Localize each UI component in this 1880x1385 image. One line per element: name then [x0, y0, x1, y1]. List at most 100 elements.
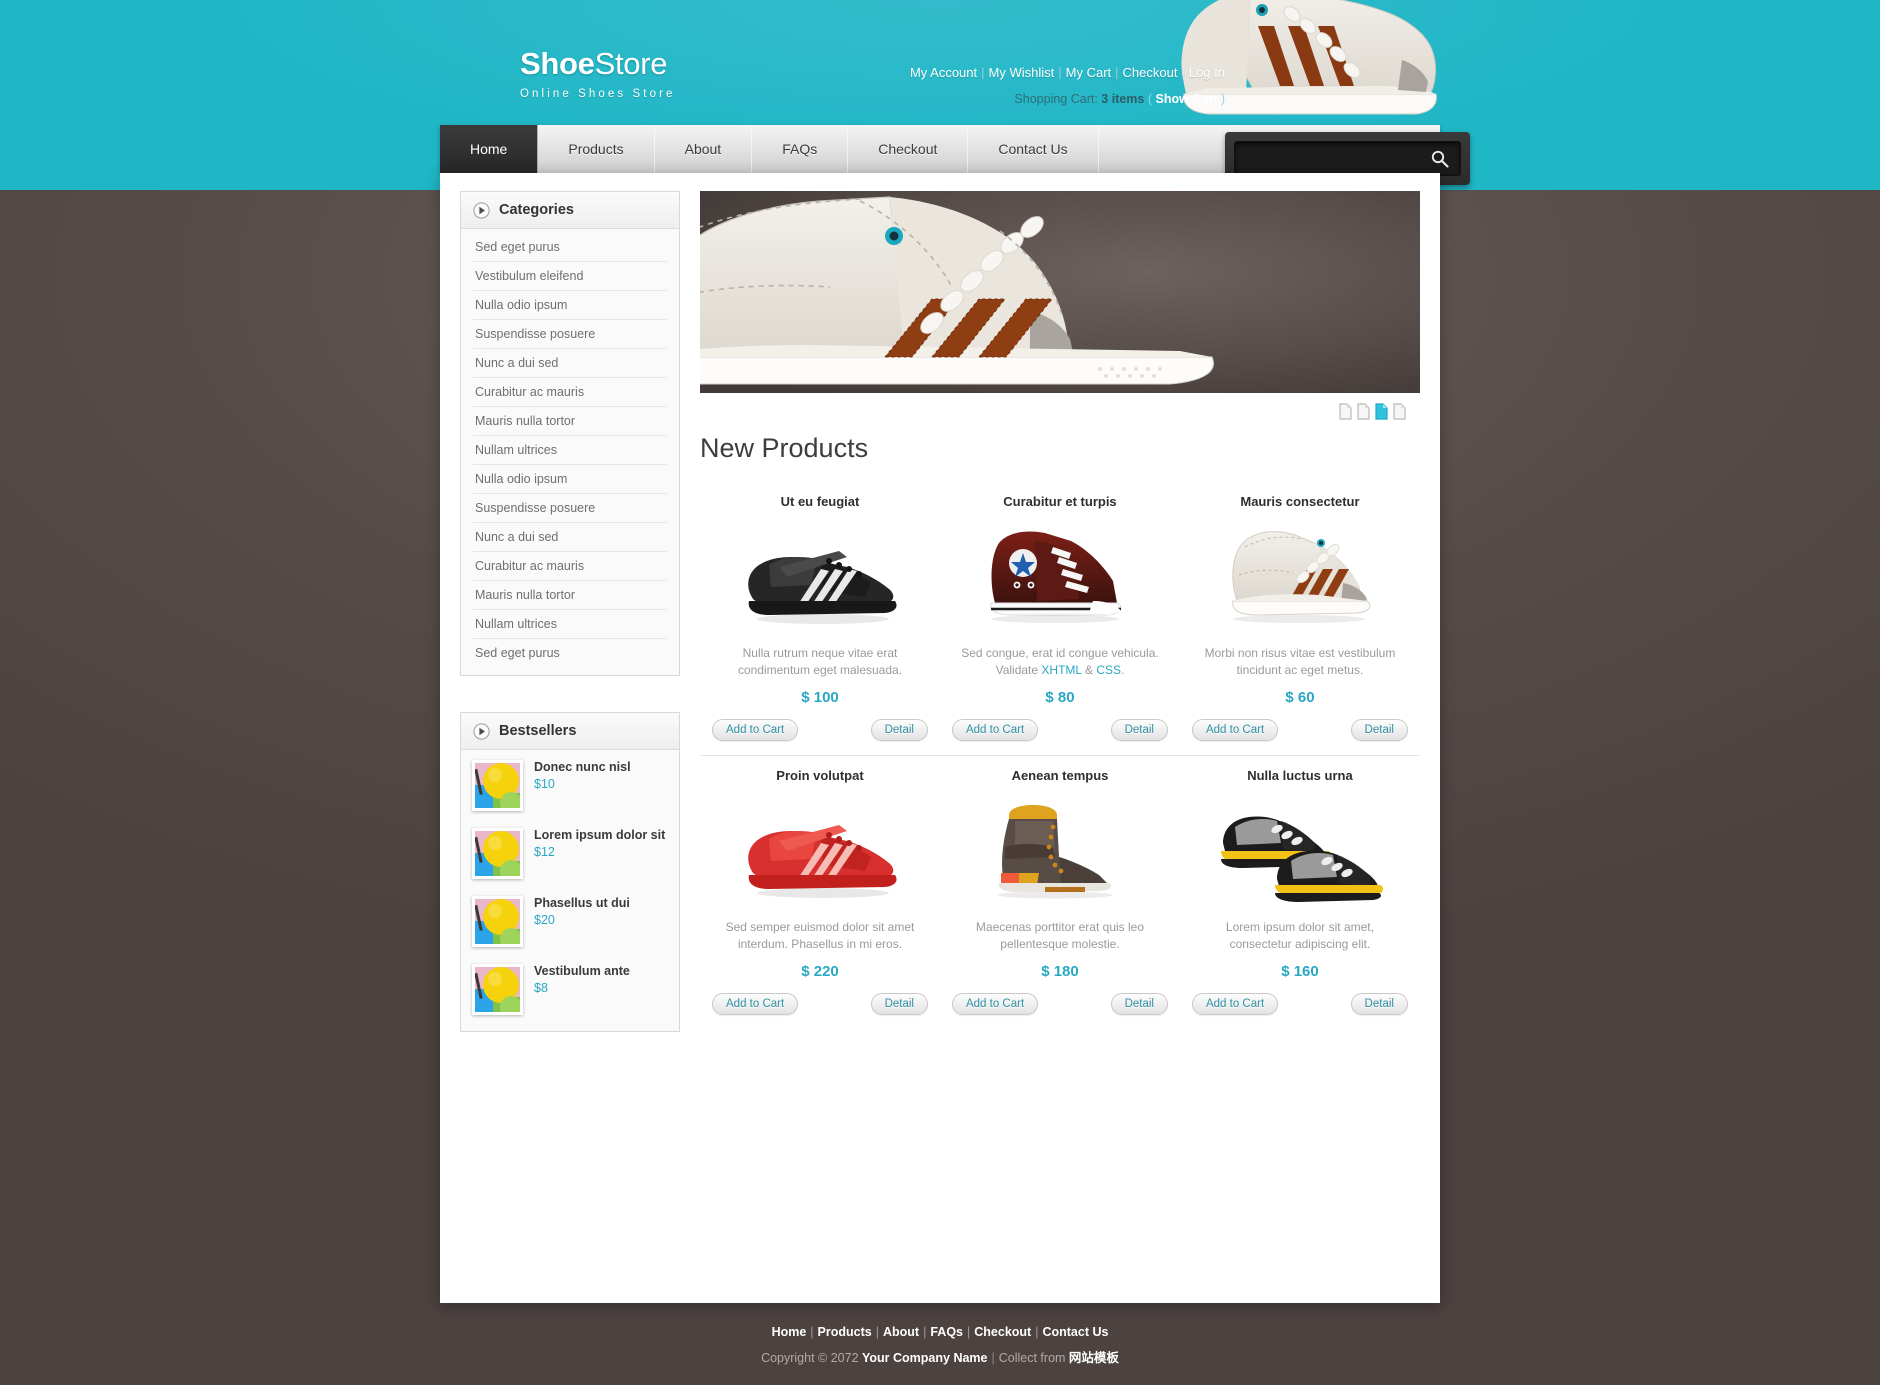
bestseller-info: Vestibulum ante $8 [534, 964, 630, 995]
bestsellers-header: Bestsellers [461, 713, 679, 750]
cart-paren-open: ( [1147, 92, 1153, 106]
bestseller-item[interactable]: Phasellus ut dui $20 [472, 896, 668, 947]
footer-sep-2: | [875, 1325, 879, 1339]
detail-button[interactable]: Detail [1110, 992, 1168, 1015]
footer-sep-1: | [810, 1325, 814, 1339]
category-item[interactable]: Sed eget purus [473, 639, 667, 667]
add-to-cart-button[interactable]: Add to Cart [1191, 992, 1279, 1015]
footer-link-checkout[interactable]: Checkout [974, 1325, 1031, 1339]
footer-sep-5: | [1035, 1325, 1039, 1339]
account-sep-4: | [1181, 65, 1185, 80]
category-item[interactable]: Sed eget purus [473, 233, 667, 262]
show-cart-link[interactable]: Show Cart [1156, 92, 1218, 106]
bestseller-name: Lorem ipsum dolor sit [534, 828, 666, 842]
search-input[interactable] [1245, 151, 1430, 166]
account-link-my-account[interactable]: My Account [910, 65, 977, 80]
cream-hightop-image [1232, 531, 1371, 623]
detail-button[interactable]: Detail [870, 718, 928, 741]
site-logo[interactable]: ShoeStore Online Shoes Store [520, 48, 676, 100]
account-links: My Account | My Wishlist | My Cart | Checkout |… [910, 65, 1225, 80]
product-actions: Add to Cart Detail [950, 718, 1170, 741]
product-actions: Add to Cart Detail [1190, 718, 1410, 741]
hero-banner[interactable] [700, 191, 1420, 393]
xhtml-link[interactable]: XHTML [1041, 663, 1081, 677]
product-card: Aenean tempus Maecenas porttitor erat qu… [940, 756, 1180, 1029]
add-to-cart-button[interactable]: Add to Cart [951, 992, 1039, 1015]
nav-item-checkout[interactable]: Checkout [848, 125, 969, 173]
cart-paren-close: ) [1220, 92, 1225, 106]
product-image-wrapper[interactable] [950, 789, 1170, 911]
account-link-log-in[interactable]: Log In [1189, 65, 1225, 80]
detail-button[interactable]: Detail [870, 992, 928, 1015]
css-link[interactable]: CSS [1096, 663, 1121, 677]
product-image-wrapper[interactable] [710, 789, 930, 911]
product-title: Proin volutpat [776, 767, 864, 783]
product-price: $ 180 [1041, 962, 1079, 980]
bestseller-item[interactable]: Donec nunc nisl $10 [472, 760, 668, 811]
category-item[interactable]: Suspendisse posuere [473, 320, 667, 349]
add-to-cart-button[interactable]: Add to Cart [712, 718, 799, 741]
banner-page-3-active[interactable] [1375, 403, 1388, 420]
product-title: Curabitur et turpis [1003, 494, 1117, 509]
collect-source-link[interactable]: 网站模板 [1069, 1351, 1119, 1365]
category-item[interactable]: Nullam ultrices [473, 436, 667, 465]
account-link-checkout[interactable]: Checkout [1123, 65, 1178, 80]
detail-button[interactable]: Detail [1110, 718, 1168, 741]
product-card: Nulla luctus urna Lorem ipsum dolor sit … [1180, 756, 1420, 1029]
site-footer: Home | Products | About | FAQs | Checkout | Contac… [440, 1303, 1440, 1366]
account-link-my-cart[interactable]: My Cart [1066, 65, 1112, 80]
account-link-my-wishlist[interactable]: My Wishlist [989, 65, 1055, 80]
cart-item-count: 3 items [1101, 92, 1145, 106]
banner-page-4[interactable] [1393, 403, 1406, 420]
detail-button[interactable]: Detail [1350, 718, 1408, 741]
footer-link-faqs[interactable]: FAQs [930, 1325, 963, 1339]
footer-link-home[interactable]: Home [772, 1325, 807, 1339]
bestseller-item[interactable]: Lorem ipsum dolor sit $12 [472, 828, 668, 879]
footer-link-about[interactable]: About [883, 1325, 919, 1339]
product-title: Aenean tempus [1011, 767, 1109, 783]
bestseller-item[interactable]: Vestibulum ante $8 [472, 964, 668, 1015]
detail-button[interactable]: Detail [1350, 992, 1408, 1015]
brown-boot-image [996, 804, 1113, 899]
category-item[interactable]: Suspendisse posuere [473, 494, 667, 523]
footer-link-contact-us[interactable]: Contact Us [1042, 1325, 1108, 1339]
nav-item-products[interactable]: Products [538, 125, 655, 173]
nav-item-contact-us[interactable]: Contact Us [968, 125, 1099, 173]
category-item[interactable]: Nunc a dui sed [473, 349, 667, 378]
nav-item-about[interactable]: About [655, 125, 753, 173]
category-item[interactable]: Curabitur ac mauris [473, 378, 667, 407]
product-card: Curabitur et turpis Sed congue, erat id … [939, 482, 1180, 756]
categories-header: Categories [461, 192, 679, 229]
categories-title: Categories [499, 202, 574, 218]
product-image-wrapper[interactable] [950, 515, 1170, 637]
main-navigation-bar: Home Products About FAQs Checkout Contac… [440, 125, 1470, 186]
nav-item-faqs[interactable]: FAQs [752, 125, 849, 173]
product-description: Nulla rutrum neque vitae erat condimentu… [737, 646, 903, 678]
product-image-wrapper[interactable] [710, 515, 930, 637]
category-item[interactable]: Vestibulum eleifend [473, 262, 667, 291]
category-item[interactable]: Nunc a dui sed [473, 523, 667, 552]
product-price: $ 80 [1045, 688, 1075, 706]
product-price: $ 220 [801, 962, 839, 980]
section-title-new-products: New Products [700, 433, 869, 463]
account-sep-3: | [1115, 65, 1119, 80]
search-icon[interactable] [1430, 149, 1450, 169]
banner-page-1[interactable] [1339, 403, 1352, 420]
category-item[interactable]: Mauris nulla tortor [473, 581, 667, 610]
category-item[interactable]: Mauris nulla tortor [473, 407, 667, 436]
category-item[interactable]: Nulla odio ipsum [473, 465, 667, 494]
banner-page-2[interactable] [1357, 403, 1370, 420]
add-to-cart-button[interactable]: Add to Cart [951, 718, 1039, 741]
category-item[interactable]: Nulla odio ipsum [473, 291, 667, 320]
nav-item-home[interactable]: Home [440, 125, 539, 173]
category-item[interactable]: Curabitur ac mauris [473, 552, 667, 581]
category-item[interactable]: Nullam ultrices [473, 610, 667, 639]
product-image-wrapper[interactable] [1190, 789, 1410, 911]
product-image-wrapper[interactable] [1190, 515, 1410, 637]
play-icon [473, 722, 490, 740]
add-to-cart-button[interactable]: Add to Cart [1191, 718, 1279, 741]
add-to-cart-button[interactable]: Add to Cart [712, 992, 799, 1015]
footer-link-products[interactable]: Products [818, 1325, 872, 1339]
search-field-wrapper[interactable] [1234, 141, 1461, 176]
product-description: Sed semper euismod dolor sit amet interd… [725, 919, 915, 952]
